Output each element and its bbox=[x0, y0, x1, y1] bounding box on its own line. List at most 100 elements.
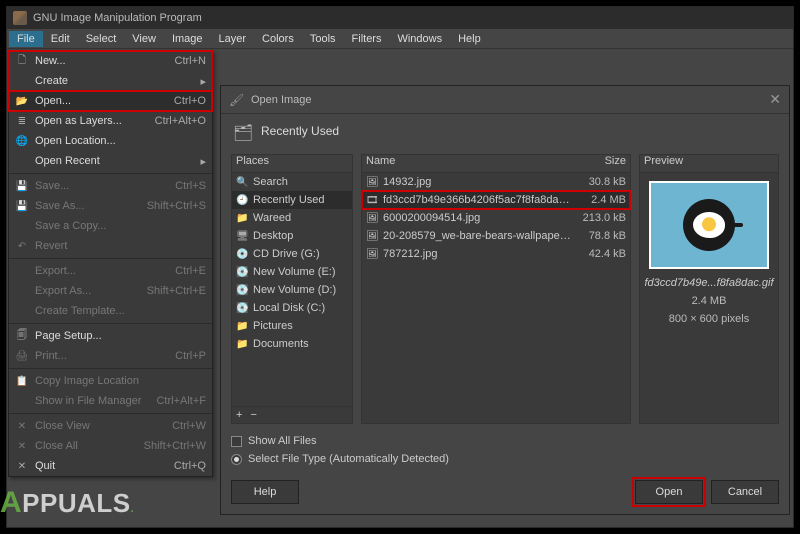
menu-create-template[interactable]: Create Template... bbox=[9, 301, 212, 321]
file-menu-dropdown: 🗋New...Ctrl+N Create▸ 📂Open...Ctrl+O ≣Op… bbox=[8, 50, 213, 477]
places-item[interactable]: 🕘Recently Used bbox=[232, 191, 352, 209]
dialog-buttons: Help Open Cancel bbox=[221, 474, 789, 514]
file-name: 6000200094514.jpg bbox=[383, 212, 571, 224]
file-icon: 🎞 bbox=[366, 195, 378, 206]
file-row[interactable]: 🖼787212.jpg42.4 kB bbox=[362, 245, 630, 263]
separator bbox=[9, 413, 212, 414]
place-icon: 🖥 bbox=[236, 231, 248, 242]
place-label: New Volume (D:) bbox=[253, 284, 348, 296]
file-list: Name Size 🖼14932.jpg30.8 kB 🎞 fd3ccd7b49e3… bbox=[361, 154, 631, 424]
menu-show-in-file-manager[interactable]: Show in File ManagerCtrl+Alt+F bbox=[9, 391, 212, 411]
menu-new[interactable]: 🗋New...Ctrl+N bbox=[9, 51, 212, 71]
quit-icon: ✕ bbox=[15, 459, 29, 473]
file-row[interactable]: 🖼14932.jpg30.8 kB bbox=[362, 173, 630, 191]
place-label: Pictures bbox=[253, 320, 348, 332]
menu-colors[interactable]: Colors bbox=[254, 31, 302, 47]
menu-export-as[interactable]: Export As...Shift+Ctrl+E bbox=[9, 281, 212, 301]
menu-create[interactable]: Create▸ bbox=[9, 71, 212, 91]
menu-save-copy[interactable]: Save a Copy... bbox=[9, 216, 212, 236]
help-button[interactable]: Help bbox=[231, 480, 299, 504]
expand-icon[interactable] bbox=[231, 454, 242, 465]
menu-edit[interactable]: Edit bbox=[43, 31, 78, 47]
menu-save-as[interactable]: 💾Save As...Shift+Ctrl+S bbox=[9, 196, 212, 216]
preview-filename: fd3ccd7b49e...f8fa8dac.gif bbox=[640, 277, 778, 289]
menu-quit[interactable]: ✕QuitCtrl+Q bbox=[9, 456, 212, 476]
place-icon: 💽 bbox=[236, 285, 248, 296]
dialog-options: Show All Files Select File Type (Automat… bbox=[221, 430, 789, 474]
menu-revert[interactable]: ↶Revert bbox=[9, 236, 212, 256]
menu-windows[interactable]: Windows bbox=[389, 31, 450, 47]
places-item[interactable]: 🖥Desktop bbox=[232, 227, 352, 245]
menu-export[interactable]: Export...Ctrl+E bbox=[9, 261, 212, 281]
menu-close-all[interactable]: ✕Close AllShift+Ctrl+W bbox=[9, 436, 212, 456]
file-size: 2.4 MB bbox=[576, 194, 626, 206]
menu-open-as-layers[interactable]: ≣Open as Layers...Ctrl+Alt+O bbox=[9, 111, 212, 131]
show-all-files[interactable]: Show All Files bbox=[231, 432, 779, 450]
cancel-button[interactable]: Cancel bbox=[711, 480, 779, 504]
open-image-dialog: 🖌 Open Image ✕ 🗂 Recently Used Places 🔍S… bbox=[220, 85, 790, 515]
places-item[interactable]: 💽 New Volume (D:) bbox=[232, 281, 352, 299]
menu-save[interactable]: 💾Save...Ctrl+S bbox=[9, 176, 212, 196]
file-row[interactable]: 🖼20-208579_we-bare-bears-wallpaper-fre..… bbox=[362, 227, 630, 245]
save-as-icon: 💾 bbox=[15, 199, 29, 213]
remove-place-button[interactable]: − bbox=[250, 409, 256, 421]
file-list-header: Name Size bbox=[362, 155, 630, 173]
places-item[interactable]: 📁Documents bbox=[232, 335, 352, 353]
open-icon: 📂 bbox=[15, 94, 29, 108]
menu-view[interactable]: View bbox=[124, 31, 164, 47]
add-place-button[interactable]: + bbox=[236, 409, 242, 421]
layers-icon: ≣ bbox=[15, 114, 29, 128]
print-icon: 🖨 bbox=[15, 349, 29, 363]
preview-header: Preview bbox=[640, 155, 778, 173]
places-header: Places bbox=[232, 155, 352, 173]
copy-icon: 📋 bbox=[15, 374, 29, 388]
menu-open-location[interactable]: 🌐Open Location... bbox=[9, 131, 212, 151]
places-toolbar: + − bbox=[232, 406, 352, 423]
menu-file[interactable]: File bbox=[9, 31, 43, 47]
chevron-right-icon: ▸ bbox=[198, 75, 206, 88]
place-label: Recently Used bbox=[253, 194, 348, 206]
places-item[interactable]: 🔍Search bbox=[232, 173, 352, 191]
menu-close-view[interactable]: ✕Close ViewCtrl+W bbox=[9, 416, 212, 436]
place-label: CD Drive (G:) bbox=[253, 248, 348, 260]
file-name: 14932.jpg bbox=[383, 176, 571, 188]
menu-image[interactable]: Image bbox=[164, 31, 211, 47]
place-icon: 💿 bbox=[236, 249, 248, 260]
menu-copy-image-location[interactable]: 📋Copy Image Location bbox=[9, 371, 212, 391]
menu-open[interactable]: 📂Open...Ctrl+O bbox=[9, 91, 212, 111]
file-row[interactable]: 🖼 6000200094514.jpg 213.0 kB bbox=[362, 209, 630, 227]
menu-select[interactable]: Select bbox=[78, 31, 125, 47]
file-icon: 🖼 bbox=[366, 213, 378, 224]
menu-help[interactable]: Help bbox=[450, 31, 489, 47]
revert-icon: ↶ bbox=[15, 239, 29, 253]
menu-open-recent[interactable]: Open Recent▸ bbox=[9, 151, 212, 171]
dialog-close-button[interactable]: ✕ bbox=[769, 91, 781, 108]
menu-filters[interactable]: Filters bbox=[344, 31, 390, 47]
file-row[interactable]: 🎞 fd3ccd7b49e366b4206f5ac7f8fa8dac.gif 2.4… bbox=[362, 191, 630, 209]
recent-icon: 🗂 bbox=[233, 123, 251, 139]
breadcrumb: 🗂 Recently Used bbox=[221, 114, 789, 148]
places-item[interactable]: 💽New Volume (E:) bbox=[232, 263, 352, 281]
size-column[interactable]: Size bbox=[576, 155, 630, 172]
select-file-type[interactable]: Select File Type (Automatically Detected… bbox=[231, 450, 779, 468]
places-item[interactable]: 💽Local Disk (C:) bbox=[232, 299, 352, 317]
file-name: fd3ccd7b49e366b4206f5ac7f8fa8dac.gif bbox=[383, 194, 571, 206]
name-column[interactable]: Name bbox=[362, 155, 576, 172]
places-item[interactable]: 📁Pictures bbox=[232, 317, 352, 335]
menu-print[interactable]: 🖨Print...Ctrl+P bbox=[9, 346, 212, 366]
preview-dimensions: 800 × 600 pixels bbox=[640, 313, 778, 325]
file-size: 213.0 kB bbox=[576, 212, 626, 224]
checkbox-icon[interactable] bbox=[231, 436, 242, 447]
separator bbox=[9, 258, 212, 259]
menu-page-setup[interactable]: 🗐Page Setup... bbox=[9, 326, 212, 346]
place-icon: 💽 bbox=[236, 303, 248, 314]
open-button[interactable]: Open bbox=[635, 480, 703, 504]
places-item[interactable]: 📁Wareed bbox=[232, 209, 352, 227]
watermark: APPUALS. bbox=[0, 486, 134, 520]
separator bbox=[9, 173, 212, 174]
menu-layer[interactable]: Layer bbox=[211, 31, 255, 47]
place-icon: 📁 bbox=[236, 339, 248, 350]
menu-tools[interactable]: Tools bbox=[302, 31, 344, 47]
places-item[interactable]: 💿 CD Drive (G:) bbox=[232, 245, 352, 263]
preview-panel: Preview fd3ccd7b49e...f8fa8dac.gif 2.4 M… bbox=[639, 154, 779, 424]
